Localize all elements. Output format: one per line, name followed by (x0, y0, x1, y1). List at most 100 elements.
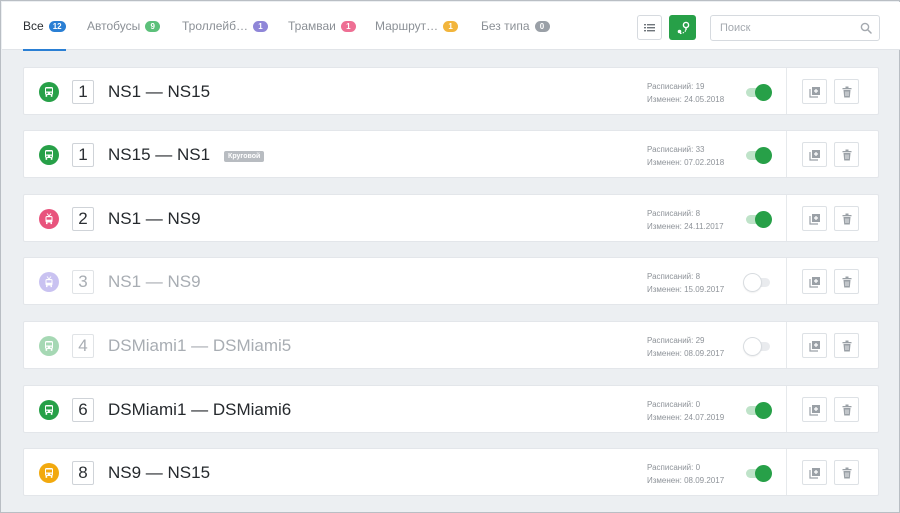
copy-icon (808, 340, 820, 352)
row-divider (786, 131, 787, 177)
route-number: 1 (72, 143, 94, 167)
route-enabled-toggle[interactable] (744, 146, 772, 164)
tab-all[interactable]: Все 12 (23, 2, 66, 51)
route-row[interactable]: 1 NS1 — NS15 Расписаний: 19 Изменен: 24.05.… (23, 67, 879, 115)
row-divider (786, 322, 787, 368)
delete-route-button[interactable] (834, 269, 859, 294)
route-number: 3 (72, 270, 94, 294)
delete-route-button[interactable] (834, 460, 859, 485)
route-row[interactable]: 6 DSMiami1 — DSMiami6 Расписаний: 0 Изменен… (23, 385, 879, 433)
tab-trams[interactable]: Трамваи 1 (288, 2, 356, 50)
route-title[interactable]: DSMiami1 — DSMiami5 (108, 335, 291, 357)
copy-icon (808, 86, 820, 98)
delete-route-button[interactable] (834, 142, 859, 167)
modified-date: Изменен: 08.09.2017 (647, 349, 725, 358)
route-enabled-toggle[interactable] (744, 337, 772, 355)
route-number: 1 (72, 80, 94, 104)
route-row[interactable]: 8 NS9 — NS15 Расписаний: 0 Изменен: 08.09.2… (23, 448, 879, 496)
row-divider (786, 68, 787, 114)
copy-icon (808, 213, 820, 225)
tab-label: Троллейб… (182, 19, 248, 33)
route-number: 6 (72, 398, 94, 422)
tab-minibuses[interactable]: Маршрут… 1 (375, 2, 459, 50)
route-meta: Расписаний: 8 Изменен: 24.11.2017 (647, 207, 724, 233)
copy-route-button[interactable] (802, 333, 827, 358)
modified-date: Изменен: 08.09.2017 (647, 476, 725, 485)
copy-route-button[interactable] (802, 460, 827, 485)
search-icon[interactable] (860, 22, 872, 34)
copy-route-button[interactable] (802, 269, 827, 294)
tab-label: Трамваи (288, 19, 336, 33)
route-name: NS1 — NS15 (108, 82, 211, 101)
route-enabled-toggle[interactable] (744, 83, 772, 101)
tab-buses[interactable]: Автобусы 9 (87, 2, 161, 50)
route-row[interactable]: 3 NS1 — NS9 Расписаний: 8 Изменен: 15.09.20… (23, 257, 879, 305)
route-title[interactable]: NS1 — NS9 (108, 208, 201, 230)
copy-icon (808, 276, 820, 288)
tab-count-badge: 1 (253, 20, 268, 32)
delete-route-button[interactable] (834, 397, 859, 422)
trash-icon (842, 86, 851, 97)
route-row[interactable]: 1 NS15 — NS1 Круговой Расписаний: 33 Изменен… (23, 130, 879, 178)
route-enabled-toggle[interactable] (744, 273, 772, 291)
trash-icon (842, 340, 851, 351)
toggle-knob (755, 402, 772, 419)
route-title[interactable]: DSMiami1 — DSMiami6 (108, 399, 291, 421)
tab-trolleybuses[interactable]: Троллейб… 1 (182, 2, 268, 50)
modified-date: Изменен: 24.05.2018 (647, 95, 725, 104)
schedules-count: Расписаний: 8 (647, 272, 701, 281)
route-row[interactable]: 4 DSMiami1 — DSMiami5 Расписаний: 29 Измене… (23, 321, 879, 369)
route-meta: Расписаний: 29 Изменен: 08.09.2017 (647, 334, 724, 360)
delete-route-button[interactable] (834, 79, 859, 104)
search-input[interactable] (711, 16, 851, 40)
copy-route-button[interactable] (802, 79, 827, 104)
route-name: NS1 — NS9 (108, 272, 201, 291)
toggle-knob (755, 211, 772, 228)
schedules-count: Расписаний: 29 (647, 336, 705, 345)
copy-route-button[interactable] (802, 142, 827, 167)
route-enabled-toggle[interactable] (744, 401, 772, 419)
search-box (710, 15, 880, 41)
modified-date: Изменен: 07.02.2018 (647, 158, 725, 167)
route-row[interactable]: 2 NS1 — NS9 Расписаний: 8 Изменен: 24.11.20… (23, 194, 879, 242)
copy-route-button[interactable] (802, 206, 827, 231)
route-number: 2 (72, 207, 94, 231)
route-title[interactable]: NS1 — NS15 (108, 81, 210, 103)
schedules-count: Расписаний: 19 (647, 82, 705, 91)
schedules-count: Расписаний: 8 (647, 209, 701, 218)
circular-tag: Круговой (224, 151, 265, 162)
modified-date: Изменен: 24.11.2017 (647, 222, 724, 231)
app-frame: Все 12 Автобусы 9 Троллейб… 1 Трамваи 1 … (0, 0, 900, 513)
route-meta: Расписаний: 0 Изменен: 24.07.2019 (647, 398, 724, 424)
route-meta: Расписаний: 33 Изменен: 07.02.2018 (647, 143, 724, 169)
toggle-knob (755, 465, 772, 482)
row-divider (786, 195, 787, 241)
bus-icon (39, 145, 59, 165)
tab-count-badge: 12 (48, 20, 66, 32)
trash-icon (842, 149, 851, 160)
trolleybus-icon (39, 272, 59, 292)
route-title[interactable]: NS1 — NS9 (108, 271, 201, 293)
route-map-icon (677, 21, 689, 34)
route-title[interactable]: NS9 — NS15 (108, 462, 210, 484)
map-view-button[interactable] (669, 15, 696, 40)
tab-label: Все (23, 19, 44, 33)
toggle-knob (755, 84, 772, 101)
copy-route-button[interactable] (802, 397, 827, 422)
tab-count-badge: 1 (340, 20, 356, 32)
tab-label: Без типа (481, 19, 530, 33)
route-meta: Расписаний: 0 Изменен: 08.09.2017 (647, 461, 724, 487)
delete-route-button[interactable] (834, 333, 859, 358)
route-title[interactable]: NS15 — NS1 Круговой (108, 144, 265, 166)
list-icon (644, 24, 655, 32)
route-enabled-toggle[interactable] (744, 464, 772, 482)
route-name: DSMiami1 — DSMiami6 (108, 400, 292, 419)
delete-route-button[interactable] (834, 206, 859, 231)
list-view-button[interactable] (637, 15, 662, 40)
route-name: NS1 — NS9 (108, 209, 201, 228)
route-meta: Расписаний: 8 Изменен: 15.09.2017 (647, 270, 724, 296)
route-name: DSMiami1 — DSMiami5 (108, 336, 292, 355)
toggle-knob (744, 338, 761, 355)
route-enabled-toggle[interactable] (744, 210, 772, 228)
tab-untyped[interactable]: Без типа 0 (481, 2, 550, 50)
